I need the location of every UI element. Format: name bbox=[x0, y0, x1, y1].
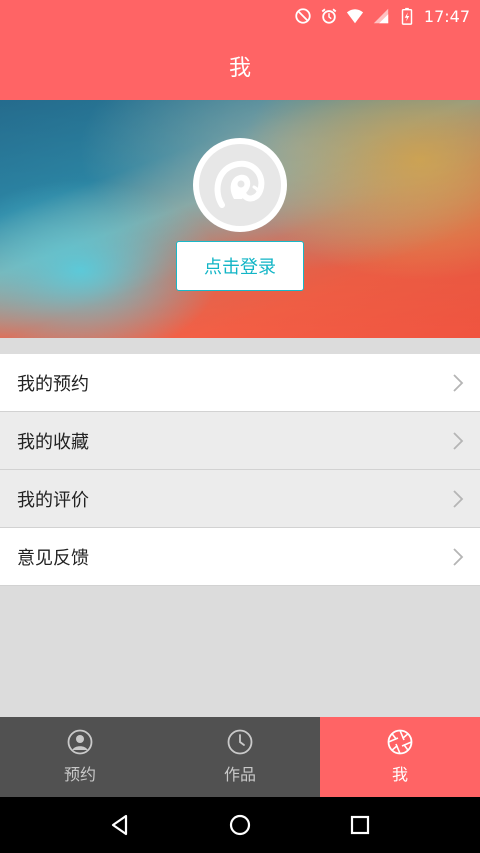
menu-item-appointments[interactable]: 我的预约 bbox=[0, 354, 480, 412]
menu-item-label: 意见反馈 bbox=[17, 547, 89, 569]
status-bar: 17:47 bbox=[0, 0, 480, 32]
menu-item-label: 我的评价 bbox=[17, 489, 89, 511]
tab-label: 作品 bbox=[223, 765, 256, 784]
clock-icon bbox=[227, 729, 253, 755]
tab-appointments[interactable]: 预约 bbox=[0, 717, 160, 797]
wifi-icon bbox=[346, 9, 363, 24]
alarm-icon bbox=[321, 8, 337, 24]
menu-item-favorites[interactable]: 我的收藏 bbox=[0, 412, 480, 470]
bottom-tab-bar: 预约 作品 我 bbox=[0, 717, 480, 797]
battery-icon bbox=[401, 7, 413, 25]
back-icon bbox=[111, 814, 128, 836]
logo-placeholder-icon bbox=[214, 160, 265, 208]
block-icon bbox=[295, 8, 311, 24]
menu-item-feedback[interactable]: 意见反馈 bbox=[0, 528, 480, 586]
chevron-right-icon bbox=[453, 489, 464, 508]
back-button[interactable] bbox=[105, 810, 135, 840]
signal-icon bbox=[373, 8, 389, 24]
page-title: 我 bbox=[228, 56, 251, 81]
status-time: 17:47 bbox=[423, 6, 470, 26]
menu-item-label: 我的预约 bbox=[17, 373, 89, 395]
menu-item-label: 我的收藏 bbox=[17, 431, 89, 453]
profile-menu: 我的预约 我的收藏 我的评价 意见反馈 bbox=[0, 354, 480, 586]
recents-icon bbox=[350, 815, 370, 835]
recents-button[interactable] bbox=[345, 810, 375, 840]
aperture-icon bbox=[387, 729, 413, 755]
login-button[interactable]: 点击登录 bbox=[176, 241, 304, 291]
title-bar: 我 bbox=[0, 32, 480, 100]
user-circle-icon bbox=[67, 729, 93, 755]
avatar[interactable] bbox=[193, 138, 287, 232]
avatar-inner bbox=[199, 144, 281, 226]
tab-label: 预约 bbox=[63, 765, 96, 784]
tab-works[interactable]: 作品 bbox=[160, 717, 320, 797]
chevron-right-icon bbox=[453, 547, 464, 566]
home-button[interactable] bbox=[225, 810, 255, 840]
tab-label: 我 bbox=[391, 765, 408, 784]
menu-item-reviews[interactable]: 我的评价 bbox=[0, 470, 480, 528]
tab-me[interactable]: 我 bbox=[320, 717, 480, 797]
system-nav-bar bbox=[0, 797, 480, 853]
home-icon bbox=[229, 814, 251, 836]
chevron-right-icon bbox=[453, 431, 464, 450]
chevron-right-icon bbox=[453, 373, 464, 392]
section-gap bbox=[0, 338, 480, 354]
